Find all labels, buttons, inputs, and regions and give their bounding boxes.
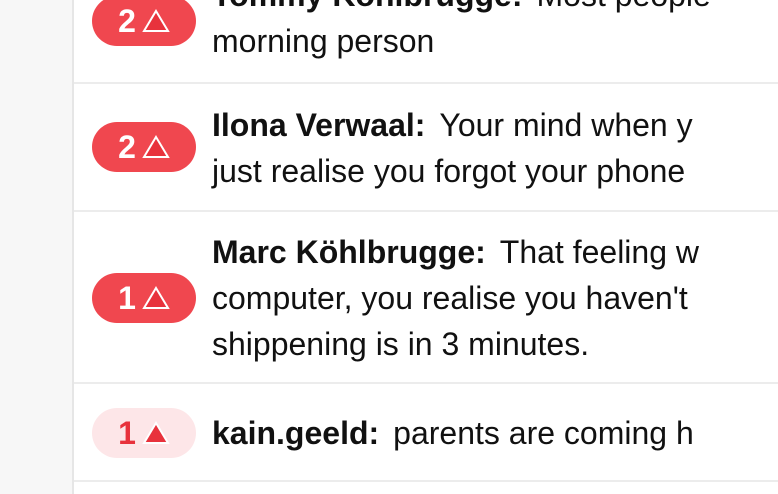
vote-count: 1 — [118, 415, 136, 451]
upvote-triangle-icon — [142, 135, 170, 158]
message-line: Tommy Köhlbrugge: Most people — [212, 0, 711, 18]
message-line: just realise you forgot your phone — [212, 153, 686, 189]
author-name[interactable]: kain.geeld: — [212, 415, 379, 451]
author-name[interactable]: Ilona Verwaal: — [212, 107, 425, 143]
feed-item: 2 Tommy Köhlbrugge: Most people morning p… — [74, 0, 778, 84]
message-line: shippening is in 3 minutes. — [212, 326, 590, 362]
feed-item: 2 Ilona Verwaal: Your mind when y just re… — [74, 84, 778, 212]
message-line: computer, you realise you haven't — [212, 280, 688, 316]
message-body: Most people — [537, 0, 711, 13]
message-line: kain.geeld: parents are coming h — [212, 410, 694, 456]
upvote-button[interactable]: 2 — [92, 122, 196, 172]
author-name[interactable]: Tommy Köhlbrugge: — [212, 0, 523, 13]
message-feed: 2 Tommy Köhlbrugge: Most people morning p… — [72, 0, 778, 494]
message-text: Marc Köhlbrugge: That feeling w computer,… — [212, 229, 699, 367]
message-line: Marc Köhlbrugge: That feeling w — [212, 229, 699, 275]
message-text: Tommy Köhlbrugge: Most people morning per… — [212, 0, 711, 64]
message-line: morning person — [212, 23, 435, 59]
message-body: That feeling w — [499, 234, 699, 270]
upvote-button[interactable]: 1 — [92, 273, 196, 323]
message-body: parents are coming h — [393, 415, 694, 451]
vote-count: 2 — [118, 129, 136, 165]
upvote-triangle-icon — [142, 421, 170, 444]
feed-item: 1 kain.geeld: parents are coming h — [74, 384, 778, 482]
message-text: kain.geeld: parents are coming h — [212, 410, 694, 456]
message-line: Ilona Verwaal: Your mind when y — [212, 102, 693, 148]
upvote-triangle-icon — [142, 286, 170, 309]
vote-count: 1 — [118, 280, 136, 316]
feed-item: 1 Marc Köhlbrugge: That feeling w compute… — [74, 212, 778, 384]
upvote-triangle-icon — [142, 9, 170, 32]
author-name[interactable]: Marc Köhlbrugge: — [212, 234, 486, 270]
vote-count: 2 — [118, 3, 136, 39]
message-body: Your mind when y — [439, 107, 693, 143]
message-text: Ilona Verwaal: Your mind when y just real… — [212, 102, 693, 194]
upvote-button[interactable]: 2 — [92, 0, 196, 46]
upvote-button[interactable]: 1 — [92, 408, 196, 458]
